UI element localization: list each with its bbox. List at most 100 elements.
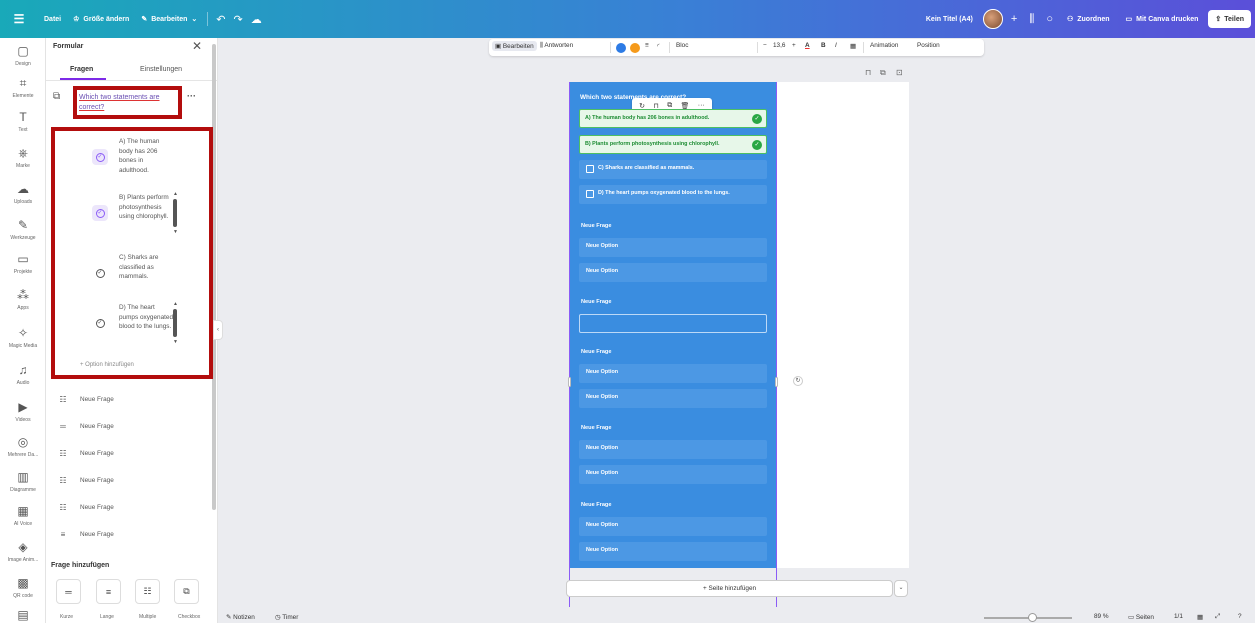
zoom-value[interactable]: 89 %: [1094, 613, 1109, 620]
form-option-field[interactable]: Neue Option: [579, 465, 767, 484]
form-answer-option[interactable]: C) Sharks are classified as mammals.: [579, 160, 767, 179]
form-option-field[interactable]: Neue Option: [579, 263, 767, 282]
rotate-handle-icon[interactable]: ↻: [793, 376, 803, 386]
line-style-icon[interactable]: ≡: [645, 42, 649, 49]
font-size-decrease[interactable]: −: [763, 42, 767, 49]
rail-item-projekte[interactable]: ▭ Projekte: [0, 252, 46, 275]
rail-item-elemente[interactable]: ⌗ Elemente: [0, 76, 46, 99]
notes-button[interactable]: ✎ Notizen: [226, 613, 255, 621]
redo-icon[interactable]: ↷: [229, 13, 246, 26]
rail-label: Projekte: [13, 269, 33, 275]
color-swatch-orange[interactable]: [630, 43, 640, 53]
rail-item-magic-media[interactable]: ✧ Magic Media: [0, 326, 46, 349]
rail-item-mehrere-da-[interactable]: ◎ Mehrere Da...: [0, 435, 46, 458]
form-option-field[interactable]: Neue Option: [579, 440, 767, 459]
rail-item-design[interactable]: ▢ Design: [0, 44, 46, 67]
rail-item-videos[interactable]: ▶ Videos: [0, 400, 46, 423]
resize-button[interactable]: ♔ Größe ändern: [67, 15, 135, 24]
rail-item-apps[interactable]: ⁂ Apps: [0, 288, 46, 311]
analytics-icon[interactable]: ⫼: [1025, 13, 1038, 26]
rail-item-more[interactable]: ▤: [0, 608, 46, 623]
new-question-item[interactable]: ☷ Neue Frage: [57, 474, 197, 490]
form-option-field[interactable]: Neue Option: [579, 542, 767, 561]
timer-button[interactable]: ◷ Timer: [275, 613, 298, 621]
new-question-item[interactable]: ☷ Neue Frage: [57, 393, 197, 409]
answers-button[interactable]: ⫼ Antworten: [540, 42, 573, 50]
pages-button[interactable]: ▭ Seiten: [1128, 613, 1154, 621]
form-answer-option[interactable]: B) Plants perform photosynthesis using c…: [579, 135, 767, 154]
help-icon[interactable]: ?: [1238, 613, 1242, 620]
rail-item-audio[interactable]: ♫ Audio: [0, 363, 46, 386]
new-question-item[interactable]: ≡ Neue Frage: [57, 528, 197, 544]
position-button[interactable]: Position: [917, 42, 940, 49]
form-option-text: C) Sharks are classified as mammals.: [598, 165, 695, 171]
avatar[interactable]: [982, 9, 1003, 29]
add-question-type-button[interactable]: ⧉: [174, 579, 199, 604]
form-answer-option[interactable]: D) The heart pumps oxygenated blood to t…: [579, 185, 767, 204]
document-title[interactable]: Kein Titel (A4): [920, 16, 979, 23]
form-option-field[interactable]: Neue Option: [579, 517, 767, 536]
edit-menu[interactable]: ✎ Bearbeiten ⌄: [135, 15, 203, 24]
font-selector[interactable]: Bloc: [676, 42, 688, 49]
hamburger-icon[interactable]: ☰: [0, 12, 38, 26]
form-question-title[interactable]: Neue Frage: [581, 349, 611, 355]
font-size-increase[interactable]: +: [792, 42, 796, 49]
more-options-icon[interactable]: ···: [187, 91, 196, 101]
rail-item-werkzeuge[interactable]: ✎ Werkzeuge: [0, 218, 46, 241]
add-question-type-button[interactable]: ═: [56, 579, 81, 604]
italic-button[interactable]: I: [835, 42, 837, 49]
new-question-item[interactable]: ☷ Neue Frage: [57, 501, 197, 517]
add-question-type-button[interactable]: ≡: [96, 579, 121, 604]
comment-icon[interactable]: ○: [1042, 13, 1057, 25]
form-option-field[interactable]: Neue Option: [579, 389, 767, 408]
more-icon[interactable]: ···: [698, 102, 705, 109]
form-question-title[interactable]: Neue Frage: [581, 299, 611, 305]
cloud-sync-icon[interactable]: ☁: [247, 13, 266, 26]
print-button[interactable]: ▭ Mit Canva drucken: [1120, 15, 1205, 24]
form-question-title[interactable]: Neue Frage: [581, 425, 611, 431]
fullscreen-icon[interactable]: ⤢: [1215, 613, 1220, 621]
text-answer-field[interactable]: [579, 314, 767, 333]
collapse-panel-button[interactable]: ‹: [213, 320, 223, 340]
share-button[interactable]: ⇪ Teilen: [1208, 10, 1251, 28]
resize-handle-right[interactable]: [775, 377, 778, 387]
add-page-button[interactable]: + Seite hinzufügen: [566, 580, 893, 597]
assign-button[interactable]: ⚇ Zuordnen: [1061, 15, 1116, 24]
color-swatch-blue[interactable]: [616, 43, 626, 53]
rail-item-diagramme[interactable]: ▥ Diagramme: [0, 470, 46, 493]
form-answer-option[interactable]: A) The human body has 206 bones in adult…: [579, 109, 767, 128]
rail-item-marke[interactable]: ⎈ Marke: [0, 146, 46, 169]
rail-item-image-anim-[interactable]: ◈ Image Anim...: [0, 540, 46, 563]
chevron-down-icon[interactable]: ⌄: [894, 580, 908, 597]
edit-form-button[interactable]: ▣ Bearbeiten: [492, 41, 537, 51]
grid-view-icon[interactable]: ▦: [1197, 613, 1203, 621]
undo-icon[interactable]: ↶: [212, 13, 229, 26]
rail-item-ai-voice[interactable]: ▦ AI Voice: [0, 504, 46, 527]
corner-radius-icon[interactable]: ◜: [657, 42, 659, 50]
new-question-item[interactable]: ═ Neue Frage: [57, 420, 197, 436]
close-icon[interactable]: ✕: [192, 39, 202, 53]
animation-button[interactable]: Animation: [870, 42, 898, 49]
new-question-item[interactable]: ☷ Neue Frage: [57, 447, 197, 463]
bold-button[interactable]: B: [821, 42, 826, 49]
rail-icon: ▭: [17, 252, 29, 266]
duplicate-page-icon[interactable]: ⧉: [880, 68, 886, 78]
file-menu[interactable]: Datei: [38, 16, 67, 23]
rail-item-text[interactable]: T Text: [0, 110, 46, 133]
add-user-icon[interactable]: +: [1007, 13, 1021, 25]
transparency-icon[interactable]: ▦: [850, 42, 856, 50]
tab-questions[interactable]: Fragen: [70, 66, 93, 73]
tab-settings[interactable]: Einstellungen: [140, 66, 182, 73]
form-question-title[interactable]: Neue Frage: [581, 502, 611, 508]
add-question-type-button[interactable]: ☷: [135, 579, 160, 604]
rail-item-qr-code[interactable]: ▩ QR code: [0, 576, 46, 599]
form-option-field[interactable]: Neue Option: [579, 238, 767, 257]
rail-item-uploads[interactable]: ☁ Uploads: [0, 182, 46, 205]
form-question-title[interactable]: Neue Frage: [581, 223, 611, 229]
lock-icon[interactable]: ⊓: [865, 68, 871, 77]
resize-handle-left[interactable]: [568, 377, 571, 387]
form-option-field[interactable]: Neue Option: [579, 364, 767, 383]
font-size-value[interactable]: 13,6: [773, 42, 785, 49]
add-page-icon[interactable]: ⊡: [896, 68, 903, 77]
text-color-icon[interactable]: A: [805, 42, 810, 49]
